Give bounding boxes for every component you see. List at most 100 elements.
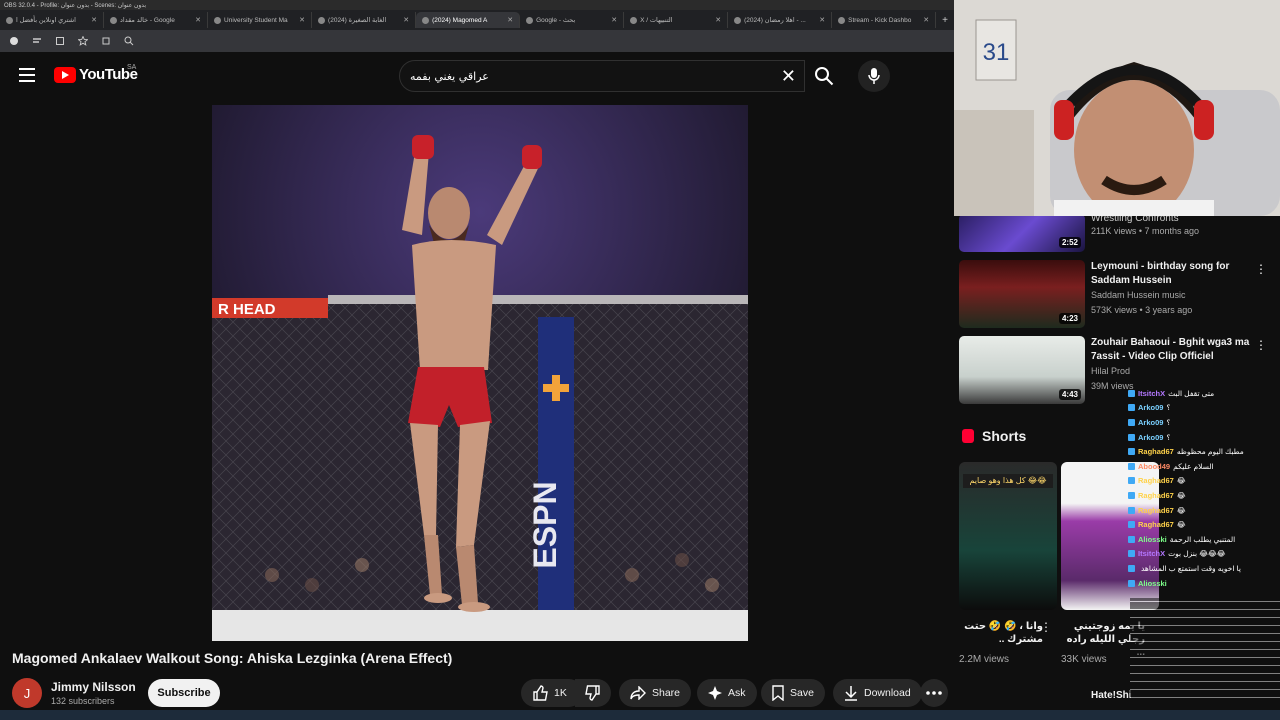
chat-username[interactable]: Raghad67 xyxy=(1138,476,1174,485)
chat-message: Aliosski xyxy=(1128,576,1278,591)
voice-search-button[interactable] xyxy=(858,60,890,92)
close-tab-icon[interactable]: ✕ xyxy=(715,16,721,24)
ask-button[interactable]: Ask xyxy=(697,679,757,707)
save-button[interactable]: Save xyxy=(761,679,825,707)
tab-label: Google - بحث xyxy=(536,17,576,24)
browser-tab[interactable]: (2024) اهلا رمضان - ... ✕ xyxy=(728,12,833,28)
reload-icon[interactable] xyxy=(100,35,112,47)
chat-message: Abood49 السلام عليكم xyxy=(1128,459,1278,474)
chat-message: Aliosski المتنبي يطلب الرحمة xyxy=(1128,532,1278,547)
browser-tab[interactable]: (2024) الغابة الصغيرة ✕ xyxy=(312,12,417,28)
new-tab-icon[interactable]: + xyxy=(936,15,954,26)
related-video[interactable]: 4:23 Leymouni - birthday song for Saddam… xyxy=(959,260,1277,332)
browser-toolbar xyxy=(0,30,954,52)
chat-username[interactable]: ItsitchX xyxy=(1138,549,1165,558)
extension-icon[interactable] xyxy=(31,35,43,47)
browser-tab[interactable]: Stream - Kick Dashbo ✕ xyxy=(832,12,937,28)
chat-username[interactable]: Aliosski xyxy=(1138,579,1167,588)
video-thumbnail: 2:52 xyxy=(959,216,1085,252)
tab-search-icon[interactable] xyxy=(54,35,66,47)
chat-username[interactable]: Raghad67 xyxy=(1138,506,1174,515)
chat-username[interactable]: Raghad67 xyxy=(1138,447,1174,456)
chat-message: Arko09 ؟ xyxy=(1128,430,1278,445)
chat-text: مطبك اليوم محظوظه xyxy=(1176,447,1244,457)
chat-username[interactable]: Abood49 xyxy=(1138,462,1170,471)
browser-tab[interactable]: خالد مقداد - Google ✕ xyxy=(104,12,209,28)
save-label: Save xyxy=(790,687,814,699)
video-channel[interactable]: Hilal Prod xyxy=(1091,366,1130,376)
chat-username[interactable]: Raghad67 xyxy=(1138,520,1174,529)
close-tab-icon[interactable]: ✕ xyxy=(195,16,201,24)
tab-label: University Student Ma xyxy=(224,16,288,24)
tab-label: خالد مقداد - Google xyxy=(120,17,175,24)
search-box: ✕ xyxy=(399,60,805,92)
chat-text: 😂 xyxy=(1176,505,1186,515)
menu-icon[interactable] xyxy=(19,68,35,82)
more-vertical-icon[interactable]: ⋮ xyxy=(1255,262,1267,276)
chat-badge-icon xyxy=(1128,506,1135,514)
download-label: Download xyxy=(864,687,911,699)
chat-text: ؟ xyxy=(1166,432,1171,442)
short-title: وانا ، 🤣 🤣 حتت مشترك .. xyxy=(964,621,1043,645)
close-tab-icon[interactable]: ✕ xyxy=(507,16,513,24)
favicon-icon xyxy=(110,16,118,24)
thumbs-down-icon xyxy=(585,685,600,701)
close-tab-icon[interactable]: ✕ xyxy=(299,16,305,24)
chat-username[interactable]: Arko09 xyxy=(1138,403,1163,412)
chat-badge-icon xyxy=(1128,564,1135,572)
search-input[interactable] xyxy=(410,69,794,83)
download-button[interactable]: Download xyxy=(833,679,922,707)
browser-tab[interactable]: Google - بحث ✕ xyxy=(520,12,625,28)
video-meta: 211K views • 7 months ago xyxy=(1091,226,1200,236)
channel-name[interactable]: Jimmy Nilsson xyxy=(51,680,136,694)
chat-message: Raghad67 😂 xyxy=(1128,517,1278,532)
chat-username[interactable]: Raghad67 xyxy=(1138,491,1174,500)
chat-username[interactable]: Arko09 xyxy=(1138,433,1163,442)
subscriber-count: 132 subscribers xyxy=(51,696,115,706)
more-vertical-icon[interactable]: ⋮ xyxy=(1040,620,1052,634)
chat-text: السلام عليكم xyxy=(1173,461,1214,471)
browser-tab[interactable]: X / التنبيهات ✕ xyxy=(624,12,729,28)
close-tab-icon[interactable]: ✕ xyxy=(819,16,825,24)
video-player[interactable]: R HEAD ESPN xyxy=(212,105,748,641)
chat-text: يا اخويه وقت استمتع ب المشاهد xyxy=(1141,563,1241,573)
back-icon[interactable] xyxy=(8,35,20,47)
close-tab-icon[interactable]: ✕ xyxy=(611,16,617,24)
region-code: SA xyxy=(127,64,137,71)
video-title: Zouhair Bahaoui - Bghit wga3 ma 7assit -… xyxy=(1091,337,1250,362)
bookmark-star-icon[interactable] xyxy=(77,35,89,47)
zoom-icon[interactable] xyxy=(123,35,135,47)
chat-username[interactable]: Aliosski xyxy=(1138,535,1167,544)
tab-label: X / التنبيهات xyxy=(640,17,673,24)
browser-tab[interactable]: University Student Ma ✕ xyxy=(208,12,313,28)
share-button[interactable]: Share xyxy=(619,679,692,707)
dislike-button[interactable] xyxy=(575,679,611,707)
youtube-logo[interactable]: YouTube xyxy=(54,66,138,83)
favicon-icon xyxy=(318,16,326,24)
search-button[interactable] xyxy=(805,60,843,92)
browser-tab[interactable]: اشتري اونلاين بأفضل ا ✕ xyxy=(0,12,105,28)
channel-avatar[interactable]: J xyxy=(12,678,42,708)
clear-search-icon[interactable]: ✕ xyxy=(781,67,796,85)
tab-label: (2024) Magomed A xyxy=(432,16,488,24)
duration-badge: 4:23 xyxy=(1058,313,1081,324)
chat-username[interactable]: ItsitchX xyxy=(1138,389,1165,398)
browser-tab[interactable]: (2024) Magomed A ✕ xyxy=(416,12,521,28)
close-tab-icon[interactable]: ✕ xyxy=(923,16,929,24)
short-card[interactable]: كل هذا وهو صايم 😂😂 xyxy=(959,462,1057,610)
chat-badge-icon xyxy=(1128,477,1135,485)
more-vertical-icon[interactable]: ⋮ xyxy=(1255,338,1267,352)
chat-username[interactable]: Arko09 xyxy=(1138,418,1163,427)
chat-text: ؟ xyxy=(1166,403,1171,413)
microphone-icon xyxy=(868,68,880,84)
chat-badge-icon xyxy=(1128,550,1135,558)
close-tab-icon[interactable]: ✕ xyxy=(403,16,409,24)
more-actions-button[interactable] xyxy=(920,679,948,707)
chat-badge-icon xyxy=(1128,462,1135,470)
subscribe-button[interactable]: Subscribe xyxy=(148,679,220,707)
close-tab-icon[interactable]: ✕ xyxy=(91,16,97,24)
next-video-title: Hate!Shi xyxy=(1091,690,1132,701)
video-channel[interactable]: Saddam Hussein music xyxy=(1091,290,1186,300)
like-button[interactable]: 1K xyxy=(521,679,583,707)
tab-label: Stream - Kick Dashbo xyxy=(848,16,912,24)
